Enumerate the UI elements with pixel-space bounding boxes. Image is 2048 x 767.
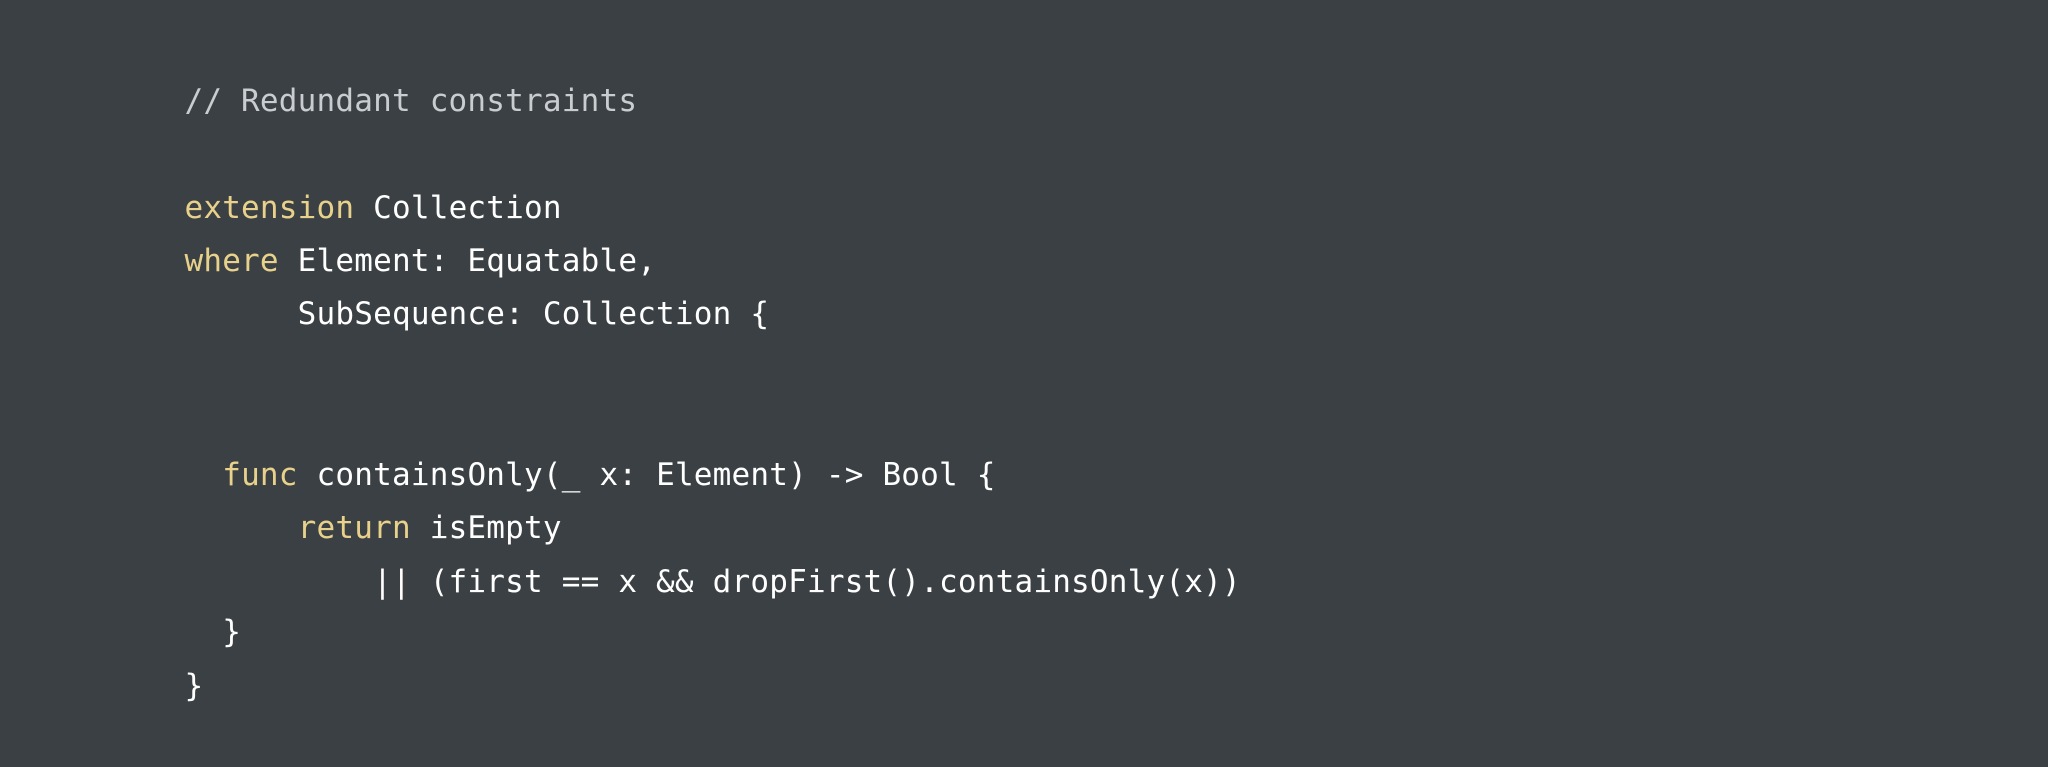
code-line-extension: extension Collection — [109, 127, 562, 226]
code-line-close-func: } — [109, 551, 241, 650]
code-line-subsequence: SubSequence: Collection { — [109, 233, 769, 332]
code-block: // Redundant constraints extension Colle… — [109, 0, 2009, 704]
code-line-where: where Element: Equatable, — [109, 180, 656, 279]
comment-token: // Redundant constraints — [184, 83, 638, 119]
code-line-return: return isEmpty — [109, 447, 562, 546]
code-line-comment: // Redundant constraints — [109, 20, 637, 119]
code-line-func: func containsOnly(_ x: Element) -> Bool … — [109, 394, 996, 493]
code-token: SubSequence: Collection { — [184, 296, 770, 332]
code-token: || (first == x && dropFirst().containsOn… — [184, 564, 1241, 600]
code-line-close-extension: } — [109, 605, 203, 704]
code-token: } — [184, 668, 204, 704]
code-line-or-expression: || (first == x && dropFirst().containsOn… — [109, 501, 1241, 600]
